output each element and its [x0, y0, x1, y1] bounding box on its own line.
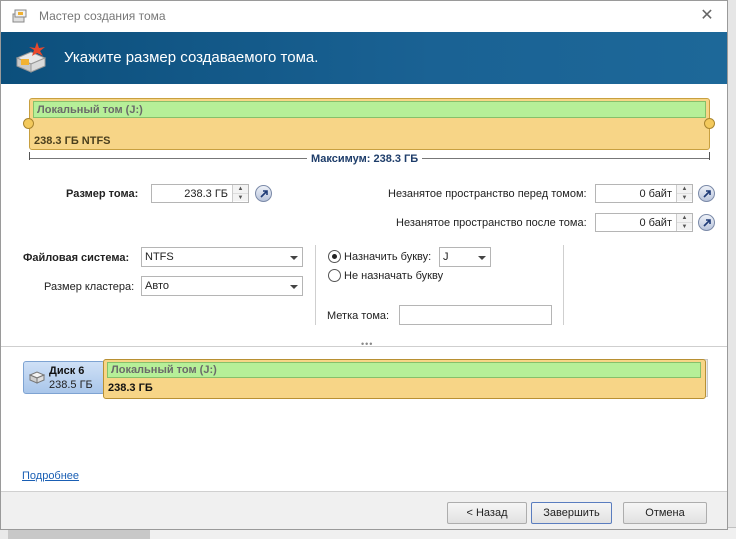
partition-top: Локальный том (J:): [107, 362, 701, 378]
right-resize-handle[interactable]: [704, 118, 715, 129]
disk-info[interactable]: Диск 6 238.5 ГБ: [23, 361, 105, 394]
spin-down-icon[interactable]: ▼: [677, 193, 692, 201]
left-resize-handle[interactable]: [23, 118, 34, 129]
cluster-size-select[interactable]: Авто: [141, 276, 303, 296]
arrow-up-right-icon: [703, 219, 711, 227]
assign-letter-label: Назначить букву:: [344, 251, 432, 263]
partition-name: Локальный том (J:): [111, 364, 217, 376]
space-after-stepper[interactable]: 0 байт ▲ ▼: [595, 213, 693, 232]
drive-letter-select[interactable]: J: [439, 247, 491, 267]
space-after-spin-arrows[interactable]: ▲ ▼: [676, 214, 692, 231]
spin-down-icon[interactable]: ▼: [233, 193, 248, 201]
drive-letter-value: J: [443, 251, 449, 263]
volume-size-bar[interactable]: Локальный том (J:) 238.3 ГБ NTFS: [29, 98, 710, 150]
chevron-down-icon: [290, 256, 298, 260]
arrow-up-right-icon: [260, 190, 268, 198]
chevron-down-icon: [478, 256, 486, 260]
space-after-max-button[interactable]: [698, 214, 715, 231]
wizard-footer: < Назад Завершить Отмена: [1, 491, 727, 529]
spin-up-icon[interactable]: ▲: [677, 214, 692, 222]
finish-button[interactable]: Завершить: [531, 502, 612, 524]
background-app-right: [727, 0, 736, 539]
back-button[interactable]: < Назад: [447, 502, 527, 524]
space-before-stepper[interactable]: 0 байт ▲ ▼: [595, 184, 693, 203]
disk-icon: [29, 371, 45, 384]
no-letter-label: Не назначать букву: [344, 270, 444, 282]
file-system-value: NTFS: [145, 251, 174, 263]
chevron-down-icon: [290, 285, 298, 289]
spin-down-icon[interactable]: ▼: [677, 222, 692, 230]
more-details-link[interactable]: Подробнее: [22, 470, 79, 482]
volume-label-input[interactable]: [399, 305, 552, 325]
wizard-app-icon: [12, 9, 27, 23]
space-after-label: Незанятое пространство после тома:: [396, 217, 587, 229]
spin-up-icon[interactable]: ▲: [233, 185, 248, 193]
volume-size-max-button[interactable]: [255, 185, 272, 202]
panel-splitter[interactable]: •••: [1, 339, 727, 349]
cluster-size-label: Размер кластера:: [44, 281, 135, 293]
form-divider: [315, 245, 316, 325]
disk-size: 238.5 ГБ: [49, 379, 93, 391]
partition-size: 238.3 ГБ: [108, 382, 153, 394]
space-after-value: 0 байт: [639, 217, 672, 229]
volume-name: Локальный том (J:): [37, 104, 143, 116]
disk-name: Диск 6: [49, 365, 85, 377]
maximum-size-label: Максимум: 238.3 ГБ: [307, 153, 423, 165]
file-system-label: Файловая система:: [23, 252, 130, 264]
create-volume-wizard: Мастер создания тома ✕ Укажите размер со…: [0, 0, 728, 530]
space-before-label: Незанятое пространство перед томом:: [388, 188, 587, 200]
volume-size-text: 238.3 ГБ NTFS: [34, 135, 111, 147]
close-icon[interactable]: ✕: [695, 5, 719, 27]
volume-bar-top: Локальный том (J:): [33, 101, 706, 118]
file-system-select[interactable]: NTFS: [141, 247, 303, 267]
assign-letter-radio[interactable]: [328, 250, 341, 263]
new-volume-icon: [15, 42, 47, 73]
wizard-header: Укажите размер создаваемого тома.: [1, 32, 727, 84]
volume-size-value: 238.3 ГБ: [184, 188, 228, 200]
cancel-button[interactable]: Отмена: [623, 502, 707, 524]
no-letter-radio[interactable]: [328, 269, 341, 282]
cluster-size-value: Авто: [145, 280, 169, 292]
volume-size-spin-arrows[interactable]: ▲ ▼: [232, 185, 248, 202]
spin-up-icon[interactable]: ▲: [677, 185, 692, 193]
volume-label-label: Метка тома:: [327, 310, 390, 322]
volume-size-label: Размер тома:: [66, 188, 139, 200]
space-before-spin-arrows[interactable]: ▲ ▼: [676, 185, 692, 202]
partition-block[interactable]: Локальный том (J:) 238.3 ГБ: [103, 359, 706, 399]
page-title: Укажите размер создаваемого тома.: [64, 49, 319, 66]
grip-icon: •••: [361, 339, 374, 349]
space-before-value: 0 байт: [639, 188, 672, 200]
space-before-max-button[interactable]: [698, 185, 715, 202]
title-bar: Мастер создания тома ✕: [1, 1, 727, 32]
arrow-up-right-icon: [703, 190, 711, 198]
volume-size-stepper[interactable]: 238.3 ГБ ▲ ▼: [151, 184, 249, 203]
form-divider: [563, 245, 564, 325]
window-title: Мастер создания тома: [39, 9, 166, 23]
